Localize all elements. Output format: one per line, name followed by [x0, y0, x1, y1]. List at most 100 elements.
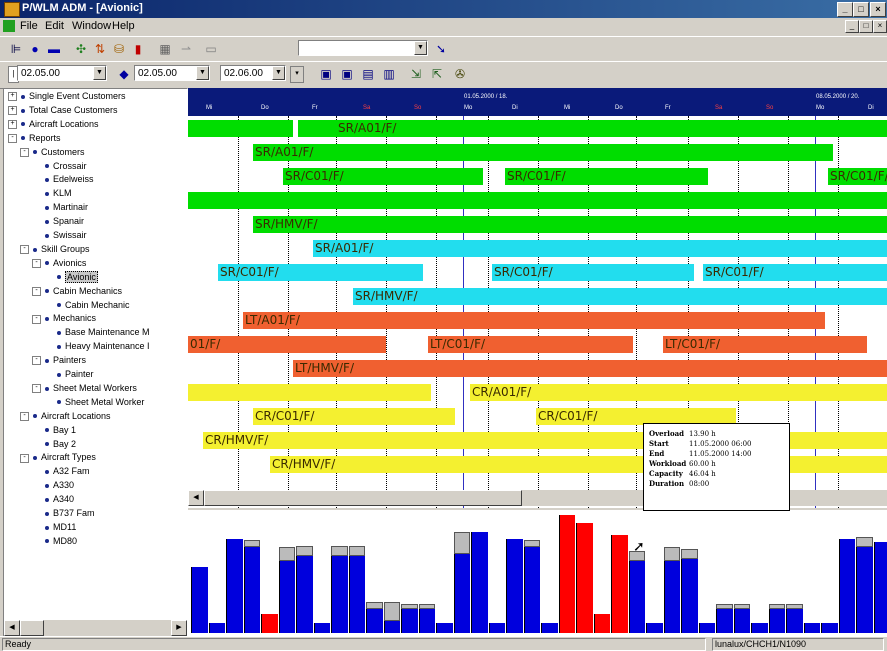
tree-node[interactable]: -Mechanics	[32, 312, 96, 325]
collapse-icon[interactable]: -	[20, 245, 29, 254]
tree-node[interactable]: +Single Event Customers	[8, 90, 126, 103]
zoom-in-icon[interactable]: ⇲	[408, 66, 424, 82]
gantt-bar[interactable]: SR/HMV/F/	[353, 288, 887, 305]
tree-node[interactable]: Sheet Metal Worker	[44, 396, 144, 409]
gantt-bar[interactable]: SR/HMV/F/	[253, 216, 887, 233]
date-combo[interactable]: 02.06.00 ▼	[220, 65, 286, 81]
tree-expand-icon[interactable]: ✣	[73, 41, 89, 57]
tree-node[interactable]: -Aircraft Types	[20, 451, 96, 464]
tree-horizontal-scrollbar[interactable]: ◀ ▶	[4, 620, 187, 636]
tree-node[interactable]: +Aircraft Locations	[8, 118, 99, 131]
gantt-bar[interactable]	[188, 384, 431, 401]
histogram-bar[interactable]	[226, 539, 243, 633]
histogram-bar[interactable]	[489, 623, 506, 633]
histogram-bar[interactable]	[576, 523, 593, 633]
histogram-bar[interactable]	[594, 614, 611, 633]
menu-help[interactable]: Help	[112, 20, 135, 32]
histogram-bar[interactable]	[716, 609, 733, 633]
gantt-bar[interactable]: SR/A01/F/	[253, 144, 833, 161]
histogram-bar[interactable]	[629, 561, 646, 633]
histogram-bar[interactable]	[401, 609, 418, 633]
chevron-down-icon[interactable]: ▼	[93, 66, 106, 80]
capacity-histogram[interactable]	[188, 510, 887, 636]
collapse-icon[interactable]: -	[8, 134, 17, 143]
pin-icon[interactable]: ⇀	[178, 41, 194, 57]
histogram-bar[interactable]	[506, 539, 523, 633]
tree-node[interactable]: Painter	[44, 368, 94, 381]
view-week-icon[interactable]: ▣	[339, 66, 355, 82]
gantt-bar[interactable]: SR/A01/F/	[313, 240, 887, 257]
gantt-bar[interactable]	[188, 120, 293, 137]
tree-node[interactable]: A330	[32, 479, 74, 492]
mdi-minimize-button[interactable]: _	[845, 20, 859, 33]
chevron-down-icon[interactable]: ▼	[414, 41, 427, 55]
collapse-icon[interactable]: -	[20, 454, 29, 463]
tree-node[interactable]: Spanair	[32, 215, 84, 228]
tree-node[interactable]: Heavy Maintenance I	[44, 340, 150, 353]
scroll-left-arrow-icon[interactable]: ◀	[4, 620, 20, 636]
histogram-bar[interactable]	[681, 559, 698, 633]
histogram-bar[interactable]	[261, 614, 278, 633]
histogram-bar[interactable]	[349, 556, 366, 633]
view-year-icon[interactable]: ▥	[381, 66, 397, 82]
tree-node[interactable]: Base Maintenance M	[44, 326, 150, 339]
collapse-icon[interactable]: -	[32, 259, 41, 268]
collapse-icon[interactable]: -	[20, 412, 29, 421]
tree-node[interactable]: -Avionics	[32, 257, 86, 270]
histogram-bar[interactable]	[419, 609, 436, 633]
tree-node[interactable]: A32 Fam	[32, 465, 90, 478]
histogram-bar[interactable]	[804, 623, 821, 633]
histogram-bar[interactable]	[244, 547, 261, 633]
menu-file[interactable]: File	[20, 20, 38, 32]
spin-icon[interactable]: ▾	[290, 66, 304, 83]
tree-node[interactable]: Cabin Mechanic	[44, 299, 130, 312]
histogram-bar[interactable]	[296, 556, 313, 633]
mdi-close-button[interactable]: ×	[873, 20, 887, 33]
calculator-icon[interactable]: ▦	[157, 41, 173, 57]
tree-node[interactable]: +Total Case Customers	[8, 104, 118, 117]
tree-node[interactable]: Edelweiss	[32, 173, 94, 186]
histogram-bar[interactable]	[839, 539, 856, 633]
minimize-button[interactable]: _	[837, 2, 853, 17]
chevron-down-icon[interactable]: ▼	[196, 66, 209, 80]
gantt-bar[interactable]: CR/C01/F/	[253, 408, 455, 425]
histogram-bar[interactable]	[559, 515, 576, 633]
histogram-bar[interactable]	[331, 556, 348, 633]
tree-node[interactable]: -Cabin Mechanics	[32, 285, 122, 298]
save-icon[interactable]: ▭	[203, 41, 219, 57]
gantt-bar[interactable]: SR/C01/F/	[828, 168, 887, 185]
histogram-bar[interactable]	[279, 561, 296, 633]
from-date-combo[interactable]: 02.05.00 ▼	[17, 65, 107, 81]
gantt-bar[interactable]: CR/A01/F/	[470, 384, 887, 401]
collapse-icon[interactable]: -	[32, 356, 41, 365]
histogram-bar[interactable]	[786, 609, 803, 633]
view-month-icon[interactable]: ▤	[360, 66, 376, 82]
tree-node[interactable]: -Sheet Metal Workers	[32, 382, 137, 395]
tree-node[interactable]: Bay 1	[32, 424, 76, 437]
gantt-bar[interactable]: LT/A01/F/	[243, 312, 825, 329]
to-date-combo[interactable]: 02.05.00 ▼	[134, 65, 210, 81]
arrow-dropdown-icon[interactable]: ➘	[433, 41, 449, 57]
align-left-icon[interactable]: ⊫	[8, 41, 24, 57]
scroll-left-arrow-icon[interactable]: ◀	[188, 490, 204, 506]
tree-node[interactable]: -Aircraft Locations	[20, 410, 111, 423]
collapse-icon[interactable]: -	[32, 315, 41, 324]
histogram-bar[interactable]	[646, 623, 663, 633]
collapse-icon[interactable]: -	[32, 287, 41, 296]
histogram-bar[interactable]	[611, 535, 628, 633]
tree-node[interactable]: MD80	[32, 535, 77, 548]
tree-node[interactable]: Swissair	[32, 229, 87, 242]
gantt-bar[interactable]: LT/HMV/F/	[293, 360, 887, 377]
toolbar-combo[interactable]: ▼	[298, 40, 428, 56]
histogram-bar[interactable]	[314, 623, 331, 633]
gantt-bar[interactable]	[188, 192, 887, 209]
gantt-bar[interactable]: SR/C01/F/	[218, 264, 423, 281]
center-date-icon[interactable]: ◆	[116, 66, 132, 82]
gantt-bar[interactable]: CR/HMV/F/	[270, 456, 887, 473]
tree-node[interactable]: B737 Fam	[32, 507, 95, 520]
expand-icon[interactable]: +	[8, 120, 17, 129]
histogram-bar[interactable]	[454, 554, 471, 633]
chevron-down-icon[interactable]: ▼	[272, 66, 285, 80]
tree-node[interactable]: Bay 2	[32, 438, 76, 451]
tree-node[interactable]: MD11	[32, 521, 76, 534]
